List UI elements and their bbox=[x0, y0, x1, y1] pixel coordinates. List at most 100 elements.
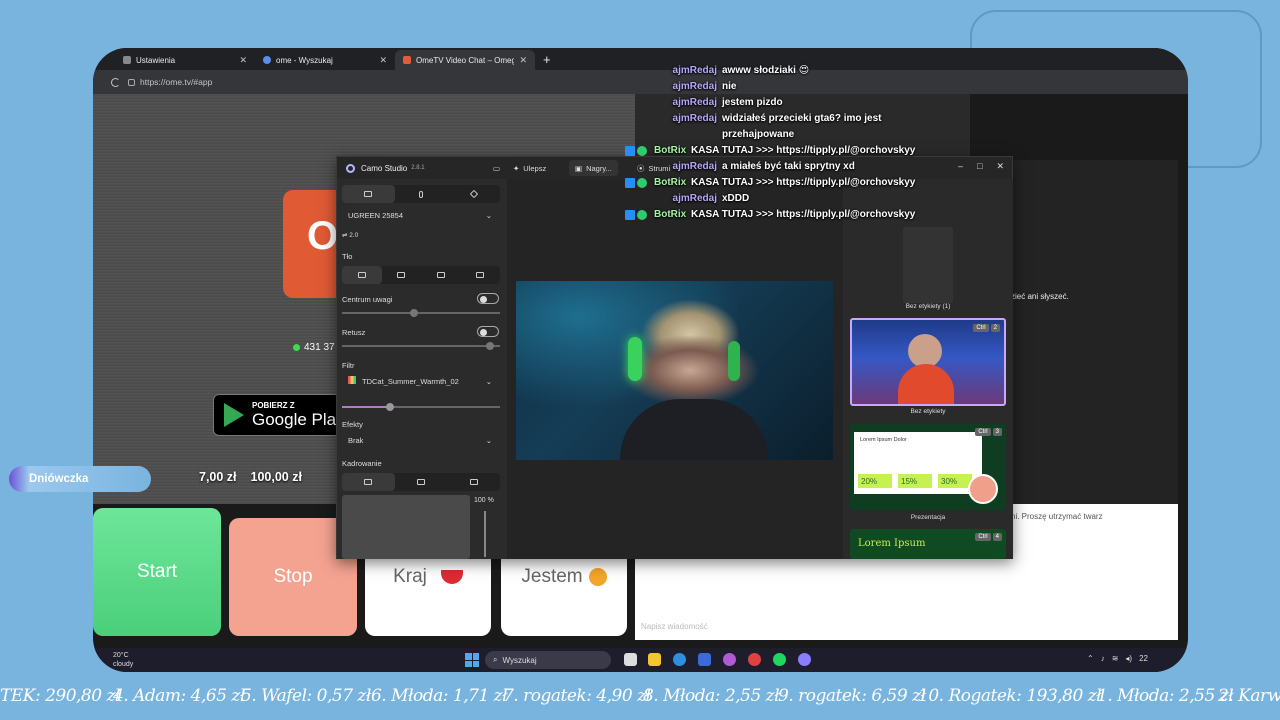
chat-username: ajmRedaj bbox=[672, 81, 717, 92]
filter-strength-slider[interactable] bbox=[342, 403, 500, 411]
google-play-badge[interactable]: POBIERZ Z Google Pla bbox=[213, 394, 343, 436]
crop-face-button[interactable] bbox=[447, 473, 500, 491]
close-icon[interactable]: ✕ bbox=[996, 161, 1004, 172]
ticker-entry: 9. rogatek: 6,59 zł bbox=[778, 686, 926, 706]
spotify-icon[interactable] bbox=[773, 653, 786, 666]
chat-text: KASA TUTAJ >>> https://tipply.pl/@orchov… bbox=[691, 209, 916, 220]
gplay-big-text: Google Pla bbox=[252, 409, 337, 429]
tab-layers[interactable] bbox=[447, 185, 500, 203]
online-counter: 431 37 bbox=[293, 342, 335, 353]
crop-auto-button[interactable] bbox=[342, 473, 395, 491]
camera-preview bbox=[516, 281, 833, 460]
device-select[interactable]: UGREEN 25854 ⌄ bbox=[342, 207, 500, 223]
tab-camera[interactable] bbox=[342, 185, 395, 203]
tab-search[interactable]: ome - Wyszukaj ✕ bbox=[255, 50, 395, 70]
scene-label-1: Bez etykiety (1) bbox=[905, 303, 951, 310]
record-label: Nagry... bbox=[586, 163, 612, 173]
chat-text: widziałeś przecieki gta6? imo jest bbox=[722, 113, 882, 124]
camo-taskbar-icon[interactable] bbox=[798, 653, 811, 666]
chat-badges bbox=[625, 207, 647, 223]
retouch-slider[interactable] bbox=[342, 342, 500, 350]
site-info-icon[interactable] bbox=[128, 78, 135, 86]
tab-audio[interactable] bbox=[395, 185, 448, 203]
close-icon[interactable]: ✕ bbox=[239, 55, 247, 66]
center-stage-slider[interactable] bbox=[342, 309, 500, 317]
ometv-favicon-icon bbox=[403, 56, 411, 64]
zoom-slider[interactable] bbox=[484, 511, 486, 557]
ticker-entry: 8. Młoda: 2,55 zł bbox=[643, 686, 780, 706]
num-key: 4 bbox=[992, 533, 1002, 541]
mic-icon[interactable]: ♪ bbox=[1101, 654, 1105, 663]
chrome-icon[interactable] bbox=[748, 653, 761, 666]
ticker-entry: 10. Rogatek: 193,80 zł bbox=[918, 686, 1102, 706]
tab-ometv[interactable]: OmeTV Video Chat – Omegle Ra ✕ bbox=[395, 50, 535, 70]
filter-value: TDCat_Summer_Warmth_02 bbox=[362, 377, 459, 386]
scene-card-3[interactable]: Lorem Ipsum Dolor 20% 15% 30% Ctrl 3 bbox=[850, 424, 1006, 510]
scene-card-2[interactable]: Ctrl 2 bbox=[850, 318, 1006, 406]
bot-badge-icon bbox=[625, 210, 635, 220]
tab-settings[interactable]: Ustawienia ✕ bbox=[115, 50, 255, 70]
retouch-toggle[interactable] bbox=[477, 326, 499, 337]
chat-text: KASA TUTAJ >>> https://tipply.pl/@orchov… bbox=[691, 145, 916, 156]
app-icon[interactable] bbox=[723, 653, 736, 666]
file-explorer-icon[interactable] bbox=[648, 653, 661, 666]
record-button[interactable]: ▣ Nagry... bbox=[569, 160, 618, 176]
slider-knob[interactable] bbox=[486, 342, 494, 350]
chevron-up-icon[interactable]: ⌃ bbox=[1087, 654, 1094, 663]
slide-stat-2: 15% bbox=[898, 474, 932, 488]
reload-icon[interactable] bbox=[111, 77, 120, 87]
url-field[interactable]: https://ome.tv/#app bbox=[128, 77, 212, 87]
maximize-icon[interactable]: □ bbox=[977, 161, 982, 172]
slide-title: Lorem Ipsum Dolor bbox=[860, 437, 907, 443]
chat-username: ajmRedaj bbox=[672, 113, 717, 124]
scene-label-3: Prezentacja bbox=[910, 514, 946, 521]
bg-remove-button[interactable] bbox=[421, 266, 461, 284]
message-input[interactable]: Napisz wiadomość bbox=[641, 622, 708, 631]
sidebar-toggle-icon[interactable]: ▭ bbox=[487, 160, 506, 176]
close-icon[interactable]: ✕ bbox=[519, 55, 527, 66]
clock[interactable]: 22 bbox=[1139, 654, 1148, 663]
store-icon[interactable] bbox=[698, 653, 711, 666]
presenter-shirt bbox=[898, 364, 954, 404]
center-stage-label: Centrum uwagi bbox=[342, 295, 393, 304]
filter-select[interactable]: TDCat_Summer_Warmth_02 ⌄ bbox=[342, 373, 500, 389]
search-icon bbox=[263, 56, 271, 64]
new-tab-icon[interactable]: + bbox=[543, 52, 551, 67]
crop-fit-button[interactable] bbox=[395, 473, 448, 491]
taskbar-search[interactable]: ⌕ Wyszukaj bbox=[485, 651, 611, 669]
bg-blur-button[interactable] bbox=[382, 266, 422, 284]
effects-select[interactable]: Brak ⌄ bbox=[342, 432, 500, 448]
weather-widget[interactable]: 20°C cloudy bbox=[113, 651, 133, 669]
shortcut-badge: Ctrl 4 bbox=[975, 533, 1002, 541]
slider-knob[interactable] bbox=[410, 309, 418, 317]
crop-preview[interactable] bbox=[342, 495, 470, 559]
tab-label: OmeTV Video Chat – Omegle Ra bbox=[416, 55, 515, 65]
scene-card-4[interactable]: Lorem Ipsum Ctrl 4 bbox=[850, 529, 1006, 559]
browser-tab-bar: Ustawienia ✕ ome - Wyszukaj ✕ OmeTV Vide… bbox=[93, 48, 1188, 70]
image-icon bbox=[476, 272, 485, 278]
slide-title: Lorem Ipsum bbox=[858, 538, 926, 549]
volume-icon[interactable]: ◂) bbox=[1125, 654, 1132, 663]
start-button[interactable]: Start bbox=[93, 508, 221, 636]
bg-image-button[interactable] bbox=[461, 266, 501, 284]
wifi-icon[interactable]: ≋ bbox=[1112, 654, 1119, 663]
camera-icon bbox=[364, 191, 373, 197]
tab-label: ome - Wyszukaj bbox=[276, 55, 333, 65]
edge-icon[interactable] bbox=[673, 653, 686, 666]
center-stage-toggle[interactable] bbox=[477, 293, 499, 304]
donation-amounts: 7,00 zł 100,00 zł bbox=[199, 470, 302, 484]
crop-modes bbox=[342, 473, 500, 491]
close-icon[interactable]: ✕ bbox=[379, 55, 387, 66]
chat-text: przehajpowane bbox=[722, 129, 795, 140]
chat-text: awww słodziaki 😍 bbox=[722, 65, 810, 76]
upgrade-button[interactable]: ✦ Ulepsz bbox=[507, 160, 552, 176]
bg-none-button[interactable] bbox=[342, 266, 382, 284]
poland-flag-icon bbox=[440, 570, 463, 584]
chat-username: ajmRedaj bbox=[672, 97, 717, 108]
effects-value: Brak bbox=[348, 435, 364, 445]
task-view-icon[interactable] bbox=[624, 653, 637, 666]
slider-knob[interactable] bbox=[386, 403, 394, 411]
windows-start-icon[interactable] bbox=[465, 653, 479, 667]
rules-text: zieć ani słyszeć. bbox=[1011, 292, 1069, 301]
scene-card-1[interactable] bbox=[903, 227, 953, 303]
